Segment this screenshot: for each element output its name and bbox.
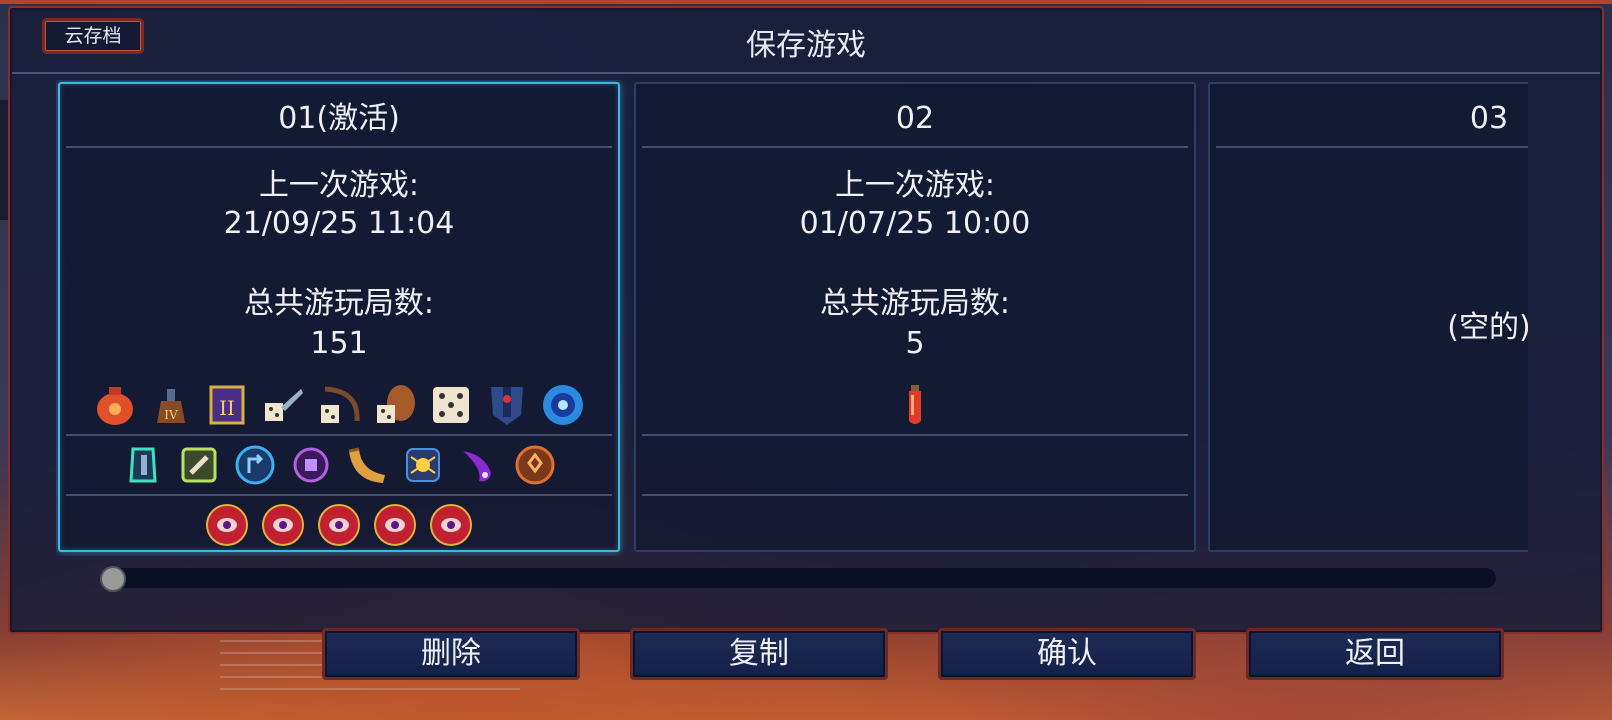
rune-spider-icon xyxy=(399,441,447,489)
last-played-date: 21/09/25 11:04 xyxy=(223,206,455,241)
blue-orb-icon xyxy=(539,381,587,429)
slot-scroll-thumb[interactable] xyxy=(100,566,126,592)
svg-text:II: II xyxy=(219,396,235,420)
dice-bow-icon xyxy=(315,381,363,429)
total-runs-label: 总共游玩局数: xyxy=(243,286,435,321)
slot-name: 02 xyxy=(895,101,935,136)
title-divider xyxy=(12,72,1600,74)
slot-name: 03 xyxy=(1469,101,1509,136)
divider xyxy=(642,434,1188,436)
slot-name: 01(激活) xyxy=(278,101,400,136)
unlocks-row-2 xyxy=(60,440,618,490)
red-flask-icon xyxy=(891,381,939,429)
svg-text:IV: IV xyxy=(164,408,178,422)
empty-slot-label: (空的) xyxy=(1447,310,1528,345)
dice-shield-icon xyxy=(371,381,419,429)
unlocks-row-3 xyxy=(60,500,618,550)
red-eye-shield-icon xyxy=(203,501,251,549)
total-runs-label: 总共游玩局数: xyxy=(819,286,1011,321)
save-slot-02[interactable]: 02 上一次游戏: 01/07/25 10:00 总共游玩局数: 5 xyxy=(634,82,1196,552)
total-runs-value: 5 xyxy=(905,326,925,361)
red-potion-icon xyxy=(91,381,139,429)
rune-blue-arrow-icon xyxy=(231,441,279,489)
delete-button[interactable]: 删除 xyxy=(322,628,580,680)
roman-two-card-icon: II xyxy=(203,381,251,429)
roman-four-flask-icon: IV xyxy=(147,381,195,429)
confirm-button[interactable]: 确认 xyxy=(938,628,1196,680)
red-eye-shield-icon xyxy=(315,501,363,549)
red-eye-shield-icon xyxy=(427,501,475,549)
save-slots-carousel[interactable]: 01(激活) 上一次游戏: 21/09/25 11:04 总共游玩局数: 151… xyxy=(56,80,1528,556)
slot-scroll-track[interactable] xyxy=(100,568,1496,588)
unlocks-row-1 xyxy=(636,380,1194,430)
save-slot-03[interactable]: 03 (空的) xyxy=(1208,82,1528,552)
page-title: 保存游戏 xyxy=(746,28,866,63)
red-eye-shield-icon xyxy=(259,501,307,549)
divider xyxy=(66,434,612,436)
rune-teal-icon xyxy=(119,441,167,489)
divider xyxy=(66,494,612,496)
last-played-date: 01/07/25 10:00 xyxy=(799,206,1031,241)
divider xyxy=(1216,146,1528,148)
divider xyxy=(642,146,1188,148)
white-dice-icon xyxy=(427,381,475,429)
horn-icon xyxy=(343,441,391,489)
last-played-label: 上一次游戏: xyxy=(834,168,996,203)
divider xyxy=(642,494,1188,496)
rune-purple-flame-icon xyxy=(455,441,503,489)
rune-bone-icon xyxy=(175,441,223,489)
total-runs-value: 151 xyxy=(310,326,368,361)
divider xyxy=(66,146,612,148)
rune-purple-icon xyxy=(287,441,335,489)
red-eye-shield-icon xyxy=(371,501,419,549)
save-slot-01[interactable]: 01(激活) 上一次游戏: 21/09/25 11:04 总共游玩局数: 151… xyxy=(58,82,620,552)
rune-orange-icon xyxy=(511,441,559,489)
unlocks-row-1: IV II xyxy=(60,380,618,430)
back-button[interactable]: 返回 xyxy=(1246,628,1504,680)
last-played-label: 上一次游戏: xyxy=(258,168,420,203)
dice-sword-icon xyxy=(259,381,307,429)
copy-button[interactable]: 复制 xyxy=(630,628,888,680)
shield-icon xyxy=(483,381,531,429)
